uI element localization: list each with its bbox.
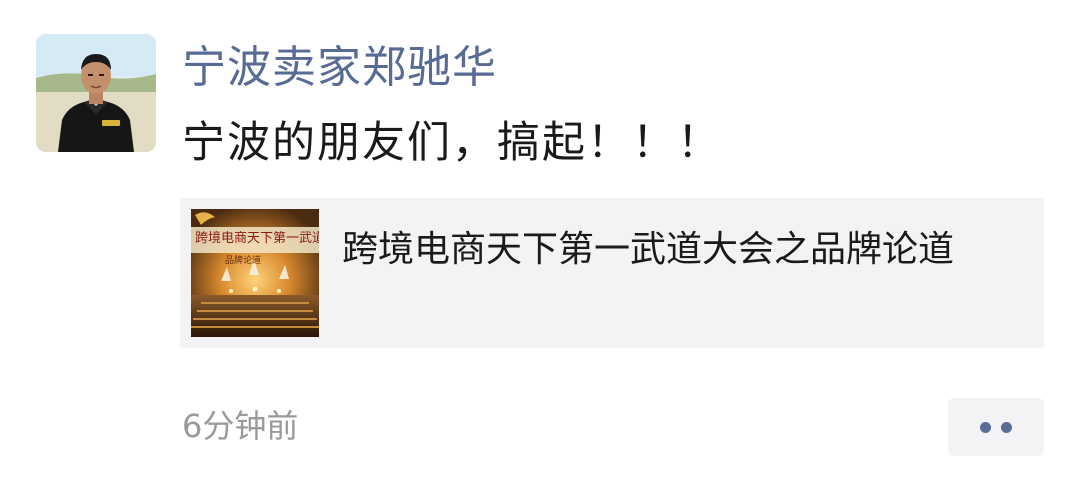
shared-link-card[interactable]: 跨境电商天下第一武道 品牌论道 跨境电商天下第一武道大会之品牌论道 (180, 198, 1044, 348)
comment-like-menu-button[interactable] (948, 398, 1044, 456)
author-avatar[interactable] (36, 34, 156, 152)
ellipsis-icon (980, 421, 991, 433)
thumbnail-sub-text: 品牌论道 (225, 256, 262, 266)
author-name[interactable]: 宁波卖家郑驰华 (182, 40, 497, 96)
thumbnail-image (191, 209, 319, 337)
ellipsis-icon (1001, 421, 1012, 433)
thumbnail-banner-text: 跨境电商天下第一武道 (195, 231, 319, 246)
post-text: 宁波的朋友们，搞起！！！ (182, 118, 722, 168)
link-thumbnail: 跨境电商天下第一武道 品牌论道 (191, 209, 319, 337)
post-timestamp: 6分钟前 (182, 407, 299, 445)
link-card-title[interactable]: 跨境电商天下第一武道大会之品牌论道 (342, 226, 1022, 274)
